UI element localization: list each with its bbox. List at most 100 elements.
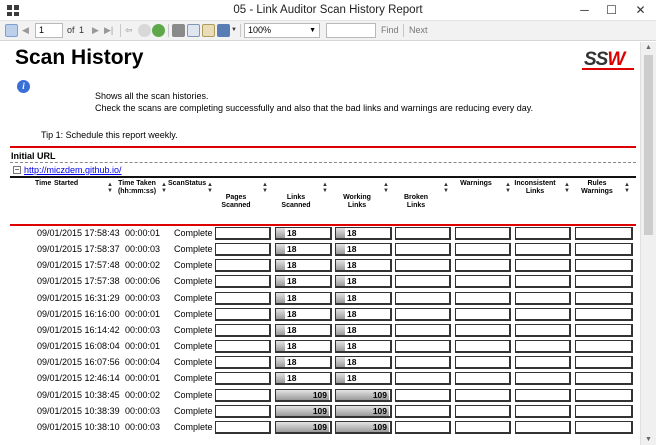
sort-icon[interactable]: ▲ ▼ [207, 182, 213, 194]
links-value: 18 [287, 357, 297, 368]
inconsistent-links-cell [515, 388, 571, 402]
table-row: 09/01/2015 16:07:56 00:00:04 Complete 18 18 [10, 354, 636, 370]
col-started[interactable]: Started [54, 180, 78, 188]
inconsistent-links-cell [515, 307, 571, 321]
find-input[interactable] [326, 23, 376, 38]
pages-scanned-cell [215, 420, 271, 434]
title-bar: 05 - Link Auditor Scan History Report ─ … [0, 0, 656, 21]
col-time[interactable]: Time [35, 180, 51, 188]
page-setup-icon[interactable] [202, 24, 215, 37]
working-bar [336, 308, 345, 319]
links-value: 18 [287, 244, 297, 255]
table-row: 09/01/2015 10:38:45 00:00:02 Complete 109 10… [10, 387, 636, 403]
time-taken-cell: 00:00:03 [125, 324, 161, 335]
time-taken-cell: 00:00:03 [125, 292, 161, 303]
col-warnings[interactable]: Warnings [458, 180, 494, 188]
inconsistent-links-cell [515, 372, 571, 386]
scroll-up-icon[interactable]: ▲ [645, 44, 652, 51]
maximize-button[interactable]: ☐ [598, 0, 625, 21]
col-inconsistent-links[interactable]: Inconsistent Links [512, 180, 558, 196]
warnings-cell [455, 340, 511, 354]
warnings-cell [455, 307, 511, 321]
back-icon[interactable]: ⇦ [125, 23, 133, 38]
last-page-icon[interactable]: ▶| [104, 23, 113, 38]
table-row: 09/01/2015 17:58:43 00:00:01 Complete 18 18 [10, 225, 636, 241]
working-bar [336, 260, 345, 271]
sort-icon[interactable]: ▲ ▼ [161, 182, 167, 194]
minimize-button[interactable]: ─ [571, 0, 598, 21]
working-bar [336, 324, 345, 335]
first-page-icon[interactable] [5, 24, 18, 37]
sort-icon[interactable]: ▲ ▼ [443, 182, 449, 194]
sort-icon[interactable]: ▲ ▼ [383, 182, 389, 194]
collapse-toggle[interactable]: − [13, 166, 21, 174]
col-time-taken[interactable]: Time Taken (hh:mm:ss) [116, 180, 158, 196]
working-bar [336, 276, 345, 287]
page-of-label: of [67, 25, 75, 35]
started-cell: 09/01/2015 17:57:38 [37, 276, 120, 287]
next-button[interactable]: Next [409, 23, 428, 38]
print-icon[interactable] [172, 24, 185, 37]
links-scanned-cell: 109 [275, 420, 332, 434]
export-icon[interactable] [217, 24, 230, 37]
working-links-cell: 18 [335, 340, 392, 354]
rules-warnings-cell [575, 404, 633, 418]
description-line-2: Check the scans are completing successfu… [95, 103, 534, 113]
time-taken-cell: 00:00:03 [125, 244, 161, 255]
rules-warnings-cell [575, 227, 633, 240]
broken-links-cell [395, 291, 451, 305]
next-page-icon[interactable]: ▶ [92, 23, 99, 38]
url-link[interactable]: http://miczdem.github.io/ [24, 165, 122, 175]
table-row: 09/01/2015 16:08:04 00:00:01 Complete 18 18 [10, 338, 636, 354]
stop-icon[interactable] [138, 24, 151, 37]
col-links-scanned[interactable]: Links Scanned [276, 194, 316, 210]
col-working-links[interactable]: Working Links [336, 194, 378, 210]
warnings-cell [455, 291, 511, 305]
sort-icon[interactable]: ▲ ▼ [505, 182, 511, 194]
warnings-cell [455, 323, 511, 337]
scroll-thumb[interactable] [644, 55, 653, 235]
export-dropdown-icon[interactable]: ▼ [231, 23, 237, 38]
working-links-cell: 18 [335, 356, 392, 370]
inconsistent-links-cell [515, 243, 571, 257]
inconsistent-links-cell [515, 259, 571, 273]
col-rules-warnings[interactable]: Rules Warnings [576, 180, 618, 196]
col-broken-links[interactable]: Broken Links [396, 194, 436, 210]
inconsistent-links-cell [515, 356, 571, 370]
col-pages-scanned[interactable]: Pages Scanned [216, 194, 256, 210]
scan-status-cell: Complete [174, 260, 213, 271]
sort-icon[interactable]: ▲ ▼ [262, 182, 268, 194]
started-cell: 09/01/2015 10:38:10 [37, 421, 120, 432]
pages-scanned-cell [215, 356, 271, 370]
page-number-input[interactable]: 1 [35, 23, 63, 38]
col-scan-status[interactable]: ScanStatus [168, 180, 206, 188]
warnings-cell [455, 243, 511, 257]
sort-icon[interactable]: ▲ ▼ [564, 182, 570, 194]
rules-warnings-cell [575, 340, 633, 354]
sort-icon[interactable]: ▲ ▼ [107, 182, 113, 194]
working-value: 109 [372, 389, 387, 400]
started-cell: 09/01/2015 10:38:39 [37, 405, 120, 416]
previous-page-icon[interactable]: ◀ [22, 23, 29, 38]
close-button[interactable]: ✕ [627, 0, 654, 21]
links-scanned-cell: 18 [275, 323, 332, 337]
scan-status-cell: Complete [174, 244, 213, 255]
broken-links-cell [395, 259, 451, 273]
working-value: 18 [347, 324, 357, 335]
print-layout-icon[interactable] [187, 24, 200, 37]
scroll-down-icon[interactable]: ▼ [645, 436, 652, 443]
sort-icon[interactable]: ▲ ▼ [322, 182, 328, 194]
rules-warnings-cell [575, 388, 633, 402]
working-value: 18 [347, 373, 357, 384]
zoom-select[interactable]: 100% ▼ [244, 23, 320, 38]
warnings-cell [455, 372, 511, 386]
pages-scanned-cell [215, 275, 271, 289]
sort-icon[interactable]: ▲ ▼ [624, 182, 630, 194]
find-button[interactable]: Find [381, 23, 399, 38]
vertical-scrollbar[interactable]: ▲ ▼ [640, 42, 656, 445]
refresh-icon[interactable] [152, 24, 165, 37]
inconsistent-links-cell [515, 420, 571, 434]
table-row: 09/01/2015 16:14:42 00:00:03 Complete 18 18 [10, 322, 636, 338]
links-scanned-cell: 18 [275, 275, 332, 289]
links-value: 18 [287, 341, 297, 352]
